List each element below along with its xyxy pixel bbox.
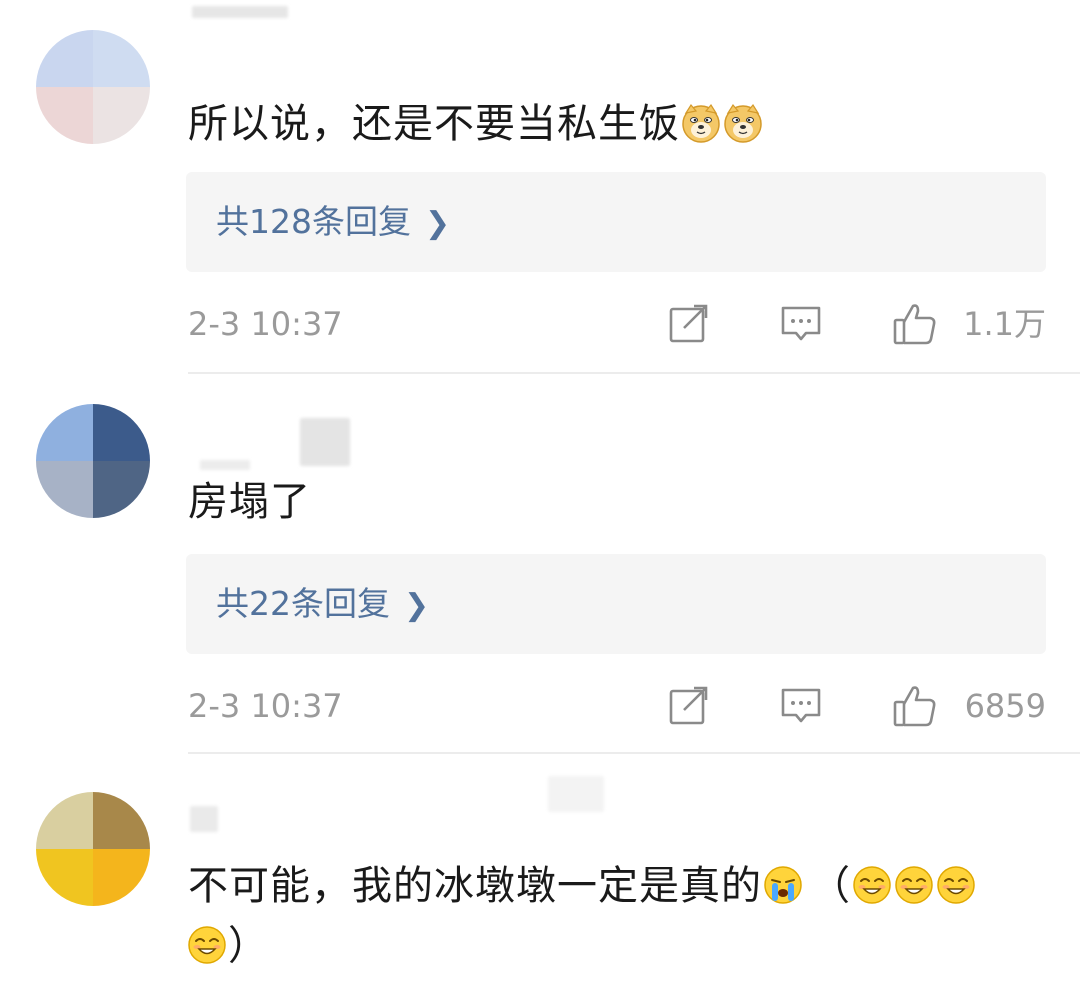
replies-panel[interactable]: 共128条回复 ❯ xyxy=(186,172,1046,272)
username-redacted xyxy=(200,460,250,470)
divider xyxy=(188,372,1080,374)
like-count: 6859 xyxy=(964,687,1046,725)
comment-icon[interactable] xyxy=(780,686,822,726)
comment-icon[interactable] xyxy=(780,304,822,344)
username-redacted[interactable] xyxy=(192,6,288,18)
comment-meta: 2-3 10:37 6859 xyxy=(188,676,1048,736)
thumbs-up-icon[interactable] xyxy=(892,302,938,346)
crying-emoji xyxy=(764,866,802,904)
share-icon[interactable] xyxy=(668,686,710,726)
comment-text: 所以说，还是不要当私生饭 xyxy=(188,96,764,152)
avatar[interactable] xyxy=(36,792,150,906)
grin-emoji xyxy=(895,866,933,904)
username-redacted[interactable] xyxy=(300,418,350,466)
comment-text-continued: ） xyxy=(186,918,269,974)
avatar[interactable] xyxy=(36,30,150,144)
share-icon[interactable] xyxy=(668,304,710,344)
grin-emoji xyxy=(937,866,975,904)
timestamp: 2-3 10:37 xyxy=(188,687,343,725)
comment-text: 不可能，我的冰墩墩一定是真的（ xyxy=(188,858,977,914)
grin-emoji xyxy=(853,866,891,904)
doge-emoji xyxy=(724,104,762,143)
comment-meta: 2-3 10:37 1.1万 xyxy=(188,294,1048,354)
view-replies-link[interactable]: 共22条回复 ❯ xyxy=(216,554,429,656)
doge-emoji xyxy=(682,104,720,143)
replies-panel[interactable]: 共22条回复 ❯ xyxy=(186,554,1046,654)
avatar[interactable] xyxy=(36,404,150,518)
divider xyxy=(188,752,1080,754)
username-redacted xyxy=(548,776,604,812)
timestamp: 2-3 10:37 xyxy=(188,305,343,343)
grin-emoji xyxy=(188,926,226,964)
thumbs-up-icon[interactable] xyxy=(892,684,938,728)
view-replies-link[interactable]: 共128条回复 ❯ xyxy=(216,172,450,274)
like-count: 1.1万 xyxy=(963,305,1046,343)
chevron-right-icon: ❯ xyxy=(425,206,451,241)
chevron-right-icon: ❯ xyxy=(404,588,430,623)
username-redacted[interactable] xyxy=(190,806,218,832)
comment-text: 房塌了 xyxy=(188,479,311,525)
